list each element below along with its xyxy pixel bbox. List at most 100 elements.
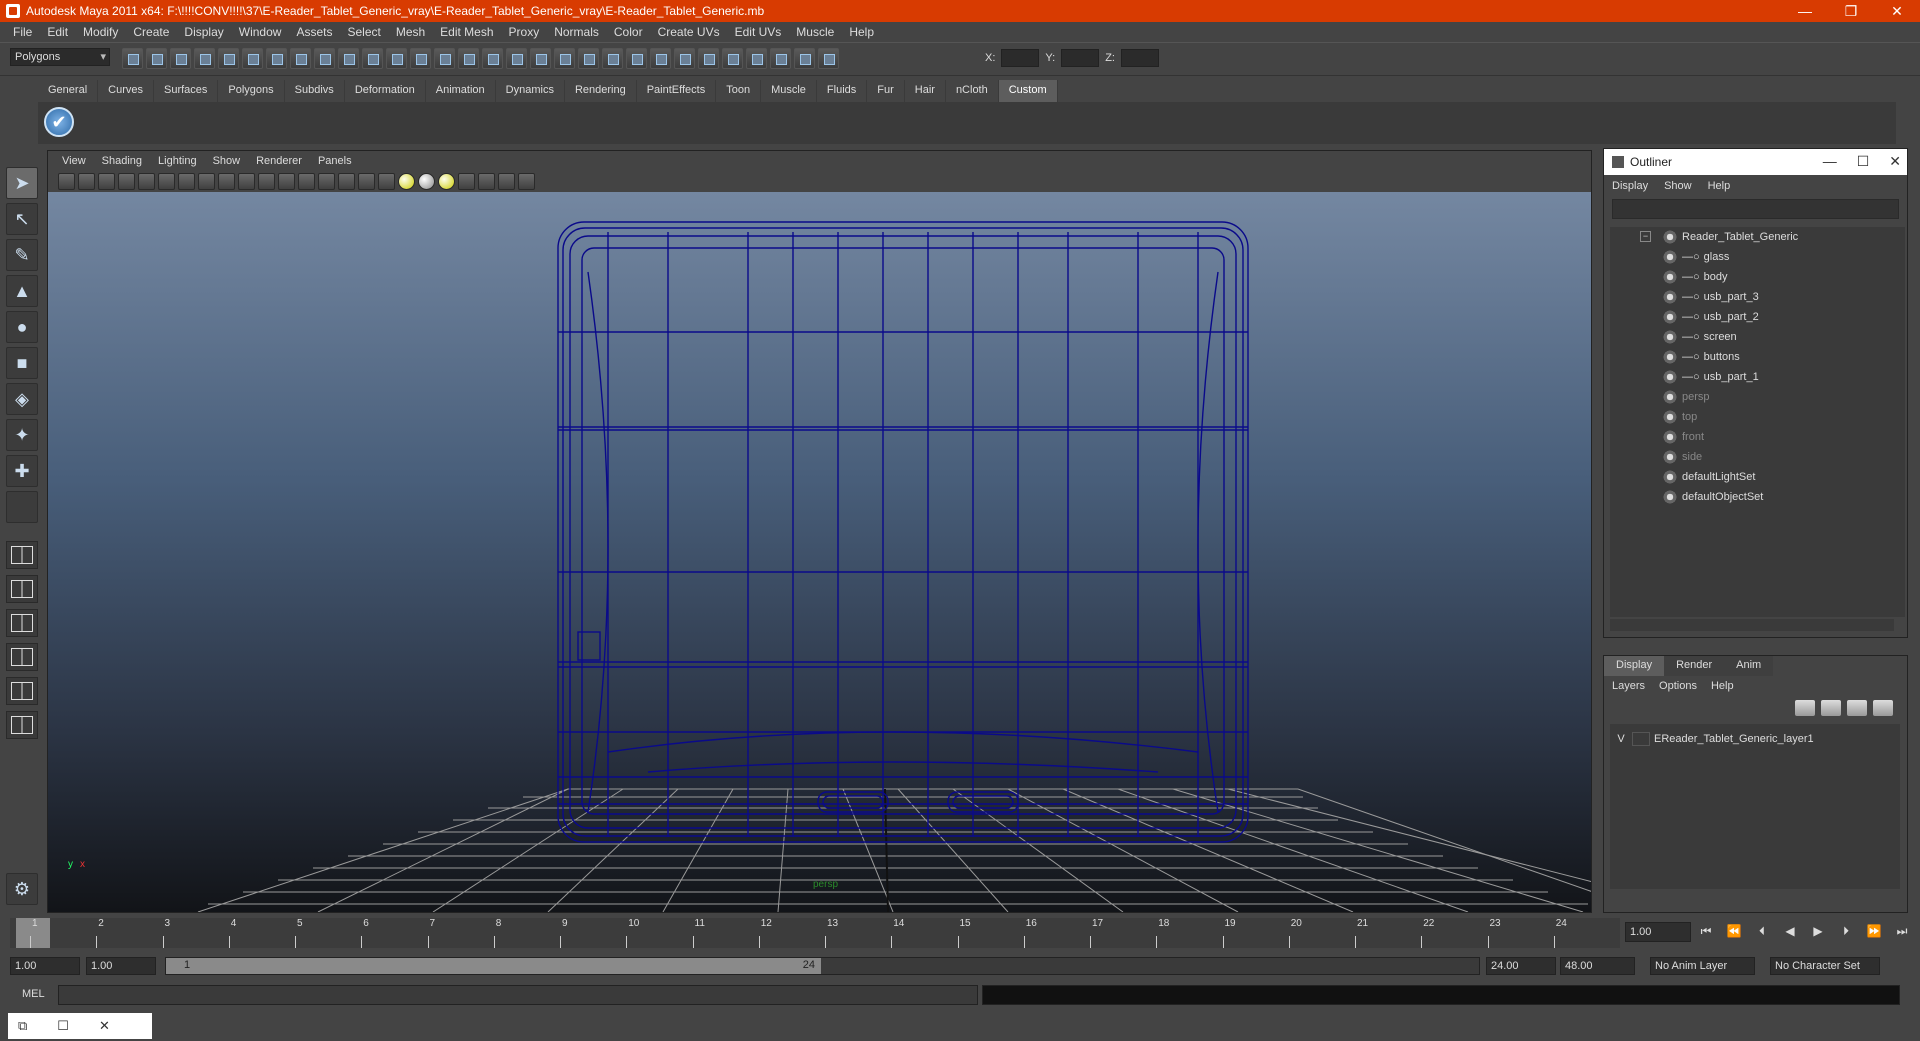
menu-window[interactable]: Window [232,25,290,39]
xray-icon[interactable] [478,172,495,190]
smooth-shade-icon[interactable] [338,172,355,190]
outliner-menu-help[interactable]: Help [1708,180,1731,192]
menu-modify[interactable]: Modify [76,25,126,39]
move-layer-up-icon[interactable] [1795,700,1815,716]
outliner-item-screen[interactable]: —○ screen [1662,327,1737,347]
safe-title-icon[interactable] [298,172,315,190]
outliner-menu-display[interactable]: Display [1612,180,1648,192]
outliner-item-persp[interactable]: persp [1662,387,1710,407]
single-view-layout-icon[interactable] [6,541,38,569]
go-to-end-icon[interactable]: ⏭ [1892,924,1912,940]
playback-end-field[interactable]: 24.00 [1486,957,1556,975]
step-forward-key-icon[interactable]: ⏩ [1864,924,1884,940]
vp-menu-show[interactable]: Show [205,155,249,167]
ipr-render-icon[interactable] [434,48,455,69]
new-layer-from-selected-icon[interactable] [1873,700,1893,716]
minimized-window[interactable]: ⧉ ☐ ✕ [8,1013,152,1039]
shelf-tab-animation[interactable]: Animation [425,80,496,102]
new-layer-icon[interactable] [1847,700,1867,716]
outliner-item-default-light-set[interactable]: defaultLightSet [1662,467,1755,487]
outliner-item-buttons[interactable]: —○ buttons [1662,347,1740,367]
command-input[interactable] [58,985,978,1005]
shelf-tab-curves[interactable]: Curves [98,80,154,102]
menu-create-uvs[interactable]: Create UVs [651,25,728,39]
outliner-item-root[interactable]: − Reader_Tablet_Generic [1640,227,1798,247]
outliner-item-usb-part-1[interactable]: —○ usb_part_1 [1662,367,1759,387]
attr-editor-icon[interactable] [722,48,743,69]
grid-toggle-icon[interactable] [178,172,195,190]
outliner-vertical-scrollbar[interactable] [1893,227,1905,617]
image-plane-icon[interactable] [118,172,135,190]
step-back-frame-icon[interactable]: ⏴ [1752,924,1772,940]
show-manip-icon[interactable]: ✚ [6,455,38,487]
shelf-tab-rendering[interactable]: Rendering [564,80,637,102]
layer-menu-help[interactable]: Help [1711,680,1734,692]
anim-layer-dropdown[interactable]: No Anim Layer [1650,957,1755,975]
make-live-icon[interactable] [362,48,383,69]
play-forwards-icon[interactable]: ▶ [1808,924,1828,940]
range-slider-bar[interactable]: 1 24 [165,957,1480,975]
menu-proxy[interactable]: Proxy [502,25,548,39]
shelf-tab-muscle[interactable]: Muscle [761,80,817,102]
layer-menu-options[interactable]: Options [1659,680,1697,692]
render-snapshot-icon[interactable] [674,48,695,69]
outliner-maximize-button[interactable]: ☐ [1857,153,1870,170]
hypershade-icon[interactable] [482,48,503,69]
layer-tab-anim[interactable]: Anim [1724,656,1774,676]
snap-point-icon[interactable] [314,48,335,69]
z-field[interactable] [1120,49,1159,67]
xray-joints-icon[interactable] [498,172,515,190]
xray-components-icon[interactable] [518,172,535,190]
last-tool-icon[interactable] [6,491,38,523]
layer-tab-render[interactable]: Render [1664,656,1725,676]
shelf-tab-polygons[interactable]: Polygons [218,80,285,102]
render-view-icon[interactable] [626,48,647,69]
outliner-filter-input[interactable] [1612,199,1899,219]
outliner-menu-show[interactable]: Show [1664,180,1692,192]
minimized-restore-icon[interactable]: ☐ [57,1018,69,1034]
range-slider-handle[interactable]: 1 24 [166,958,821,974]
wireframe-icon[interactable] [318,172,335,190]
grease-pencil-icon[interactable] [158,172,175,190]
layer-visibility-toggle[interactable]: V [1610,733,1632,745]
shelf-tab-fluids[interactable]: Fluids [816,80,868,102]
snap-plane-icon[interactable] [338,48,359,69]
tool-settings-icon[interactable] [770,48,791,69]
menu-assets[interactable]: Assets [289,25,340,39]
outliner-item-top[interactable]: top [1662,407,1697,427]
menu-create[interactable]: Create [126,25,177,39]
minimized-close-icon[interactable]: ✕ [99,1018,110,1034]
menu-file[interactable]: File [6,25,40,39]
shelf-tab-hair[interactable]: Hair [904,80,946,102]
menu-muscle[interactable]: Muscle [789,25,842,39]
channel-box-icon[interactable] [746,48,767,69]
persp-graph-layout-icon[interactable] [6,643,38,671]
camera-attr-icon[interactable] [78,172,95,190]
outliner-item-body[interactable]: —○ body [1662,267,1728,287]
resolution-gate-icon[interactable] [218,172,235,190]
textured-icon[interactable] [378,172,395,190]
shelf-tab-custom[interactable]: Custom [998,80,1058,102]
shelf-tab-deformation[interactable]: Deformation [344,80,426,102]
custom-layout-icon[interactable] [6,711,38,739]
character-set-dropdown[interactable]: No Character Set [1770,957,1880,975]
shelf-tab-dynamics[interactable]: Dynamics [495,80,565,102]
vp-menu-shading[interactable]: Shading [94,155,150,167]
outliner-layout-icon[interactable] [6,609,38,637]
camera-icon[interactable] [602,48,623,69]
layer-display-type-toggle[interactable] [1632,732,1650,746]
input-ops-icon[interactable] [506,48,527,69]
outliner-item-usb-part-2[interactable]: —○ usb_part_2 [1662,307,1759,327]
open-scene-icon[interactable] [146,48,167,69]
restore-button[interactable]: ❐ [1828,0,1874,22]
select-component-icon[interactable] [242,48,263,69]
outliner-horizontal-scrollbar[interactable] [1610,619,1894,631]
close-button[interactable]: ✕ [1874,0,1920,22]
soft-mod-icon[interactable]: ✦ [6,419,38,451]
menu-edit[interactable]: Edit [40,25,76,39]
script-editor-icon[interactable]: ⚙ [6,873,38,905]
minimized-window-icon[interactable]: ⧉ [18,1018,27,1034]
bookmark-icon[interactable] [98,172,115,190]
snap-curve-icon[interactable] [290,48,311,69]
lock-icon[interactable] [554,48,575,69]
